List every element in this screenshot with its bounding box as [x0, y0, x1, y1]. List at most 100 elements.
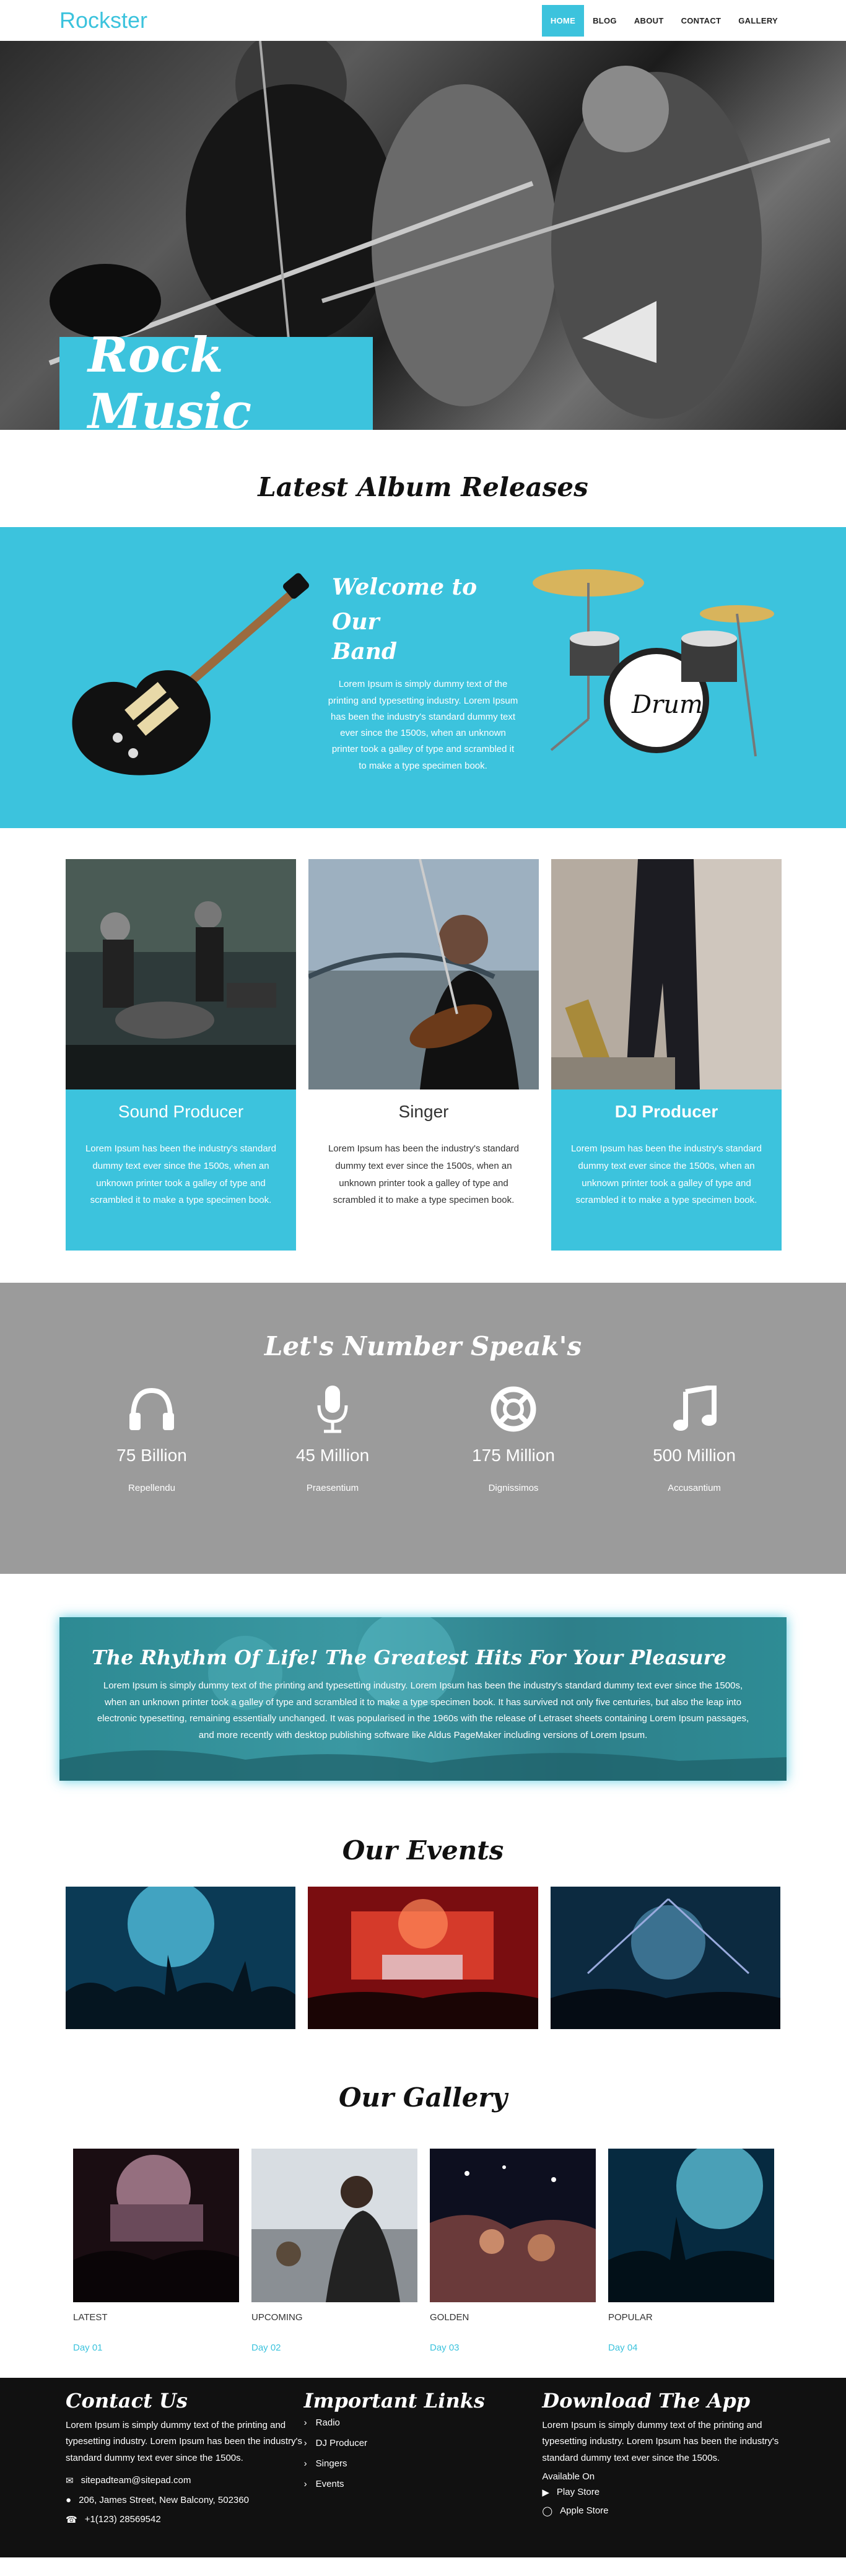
electric-guitar-illustration	[72, 573, 309, 775]
gallery-item[interactable]: UPCOMING Day 02	[251, 2149, 417, 2353]
footer-app-body: Lorem Ipsum is simply dummy text of the …	[542, 2420, 779, 2463]
footer-link-radio[interactable]: › Radio	[304, 2417, 543, 2428]
service-description: Lorem Ipsum has been the industry's stan…	[85, 1143, 277, 1206]
stat-label: Accusantium	[668, 1483, 721, 1493]
nav-about[interactable]: ABOUT	[626, 5, 673, 37]
footer-contact: Contact Us Lorem Ipsum is simply dummy t…	[66, 2389, 304, 2557]
apple-store-link[interactable]: ◯ Apple Store	[542, 2505, 780, 2517]
footer-link-dj-producer[interactable]: › DJ Producer	[304, 2438, 543, 2448]
gallery-day: Day 03	[430, 2342, 460, 2353]
app-store-icon: ◯	[542, 2505, 553, 2517]
gallery-item[interactable]: GOLDEN Day 03	[430, 2149, 596, 2353]
footer-links: Important Links › Radio › DJ Producer › Sin…	[304, 2389, 543, 2557]
albums-title: Latest Album Releases	[258, 472, 588, 502]
dj-producer-saxophone-photo	[551, 859, 782, 1089]
footer-link-singers[interactable]: › Singers	[304, 2458, 543, 2469]
sound-producer-photo	[66, 859, 296, 1089]
events-row	[0, 1887, 846, 2029]
chevron-right-icon: ›	[303, 2458, 307, 2469]
chevron-right-icon: ›	[303, 2417, 307, 2428]
nav-blog[interactable]: BLOG	[584, 5, 626, 37]
footer-address-text: 206, James Street, New Balcony, 502360	[79, 2494, 249, 2505]
welcome-title-line2: Band	[332, 638, 398, 665]
service-card-dj-producer: DJ Producer Lorem Ipsum has been the ind…	[551, 859, 782, 1251]
event-image[interactable]	[550, 1887, 780, 2029]
footer-available-on: Available On	[542, 2471, 595, 2482]
footer-address: ● 206, James Street, New Balcony, 502360	[66, 2495, 304, 2505]
footer-email[interactable]: ✉ sitepadteam@sitepad.com	[66, 2475, 304, 2486]
top-navbar: Rockster HOME BLOG ABOUT CONTACT GALLERY	[0, 0, 846, 41]
numbers-section: Let's Number Speak's 75 Billion Repellen…	[0, 1283, 846, 1574]
footer-link-events[interactable]: › Events	[304, 2479, 543, 2489]
stat-value: 500 Million	[653, 1446, 736, 1465]
rhythm-banner: The Rhythm Of Life! The Greatest Hits Fo…	[59, 1617, 787, 1781]
brand-logo[interactable]: Rockster	[59, 7, 147, 33]
nav-gallery[interactable]: GALLERY	[730, 5, 787, 37]
rhythm-body: Lorem Ipsum is simply dummy text of the …	[97, 1680, 749, 1741]
stat-item: 45 Million Praesentium	[242, 1384, 423, 1493]
stat-item: 75 Billion Repellendu	[61, 1384, 242, 1493]
welcome-band: Welcome to Our Band Lorem Ipsum is simpl…	[0, 527, 846, 828]
service-card-body: Sound Producer Lorem Ipsum has been the …	[66, 1089, 296, 1251]
phone-icon: ☎	[66, 2514, 77, 2525]
gallery-row: LATEST Day 01 UPCOMING Day 02 GOLDEN Day…	[0, 2149, 846, 2353]
service-description: Lorem Ipsum has been the industry's stan…	[570, 1143, 762, 1206]
welcome-text-block: Welcome to Our Band Lorem Ipsum is simpl…	[327, 570, 519, 774]
service-title: DJ Producer	[614, 1102, 718, 1121]
chevron-right-icon: ›	[303, 2479, 307, 2489]
footer-contact-body: Lorem Ipsum is simply dummy text of the …	[66, 2420, 302, 2463]
gallery-caption: UPCOMING	[251, 2312, 303, 2323]
play-icon: ▶	[542, 2487, 549, 2498]
headphones-icon	[61, 1384, 242, 1434]
gallery-day: Day 02	[251, 2342, 281, 2353]
gallery-photo[interactable]	[608, 2149, 774, 2302]
stat-item: 175 Million Dignissimos	[423, 1384, 604, 1493]
location-pin-icon: ●	[66, 2494, 72, 2505]
singer-violinist-photo	[308, 859, 539, 1089]
chevron-right-icon: ›	[303, 2438, 307, 2448]
stat-value: 45 Million	[295, 1446, 370, 1465]
main-menu: HOME BLOG ABOUT CONTACT GALLERY	[541, 4, 787, 37]
stat-label: Dignissimos	[488, 1483, 539, 1493]
footer-email-text: sitepadteam@sitepad.com	[81, 2475, 191, 2486]
service-card-body: Singer Lorem Ipsum has been the industry…	[308, 1089, 539, 1251]
microphone-icon	[242, 1384, 423, 1434]
nav-contact[interactable]: CONTACT	[673, 5, 730, 37]
event-image[interactable]	[66, 1887, 296, 2029]
stat-label: Praesentium	[306, 1483, 359, 1493]
footer-app-title: Download The App	[542, 2389, 751, 2412]
footer-contact-title: Contact Us	[66, 2389, 188, 2412]
stat-label: Repellendu	[128, 1483, 175, 1493]
gallery-photo[interactable]	[73, 2149, 239, 2302]
footer-links-title: Important Links	[303, 2389, 485, 2412]
rhythm-title: The Rhythm Of Life! The Greatest Hits Fo…	[92, 1646, 726, 1669]
play-store-link[interactable]: ▶ Play Store	[542, 2487, 780, 2498]
numbers-title: Let's Number Speak's	[264, 1331, 582, 1361]
gallery-photo[interactable]	[251, 2149, 417, 2302]
services-section: Sound Producer Lorem Ipsum has been the …	[0, 828, 846, 1251]
gallery-photo[interactable]	[430, 2149, 596, 2302]
service-card-singer: Singer Lorem Ipsum has been the industry…	[308, 859, 539, 1251]
gallery-item[interactable]: POPULAR Day 04	[608, 2149, 774, 2353]
service-card-sound-producer: Sound Producer Lorem Ipsum has been the …	[66, 859, 296, 1251]
gallery-caption: GOLDEN	[430, 2312, 469, 2323]
envelope-icon: ✉	[66, 2475, 74, 2486]
hero-banner: Rock Music	[0, 41, 846, 430]
service-title: Singer	[398, 1102, 449, 1121]
music-note-icon	[604, 1384, 785, 1434]
svg-text:Drum: Drum	[631, 691, 703, 719]
nav-home[interactable]: HOME	[541, 4, 585, 37]
stat-item: 500 Million Accusantium	[604, 1384, 785, 1493]
gallery-day: Day 04	[608, 2342, 638, 2353]
numbers-row: 75 Billion Repellendu 45 Million Praesen…	[0, 1384, 846, 1493]
gallery-title: Our Gallery	[338, 2082, 508, 2113]
service-title: Sound Producer	[118, 1102, 244, 1121]
welcome-body: Lorem Ipsum is simply dummy text of the …	[328, 679, 518, 771]
footer-phone[interactable]: ☎ +1(123) 28569542	[66, 2514, 304, 2525]
event-image[interactable]	[308, 1887, 538, 2029]
service-description: Lorem Ipsum has been the industry's stan…	[328, 1143, 520, 1206]
lifebuoy-icon	[423, 1384, 604, 1434]
gallery-item[interactable]: LATEST Day 01	[73, 2149, 239, 2353]
stat-value: 175 Million	[472, 1446, 555, 1465]
events-title: Our Events	[342, 1835, 504, 1866]
